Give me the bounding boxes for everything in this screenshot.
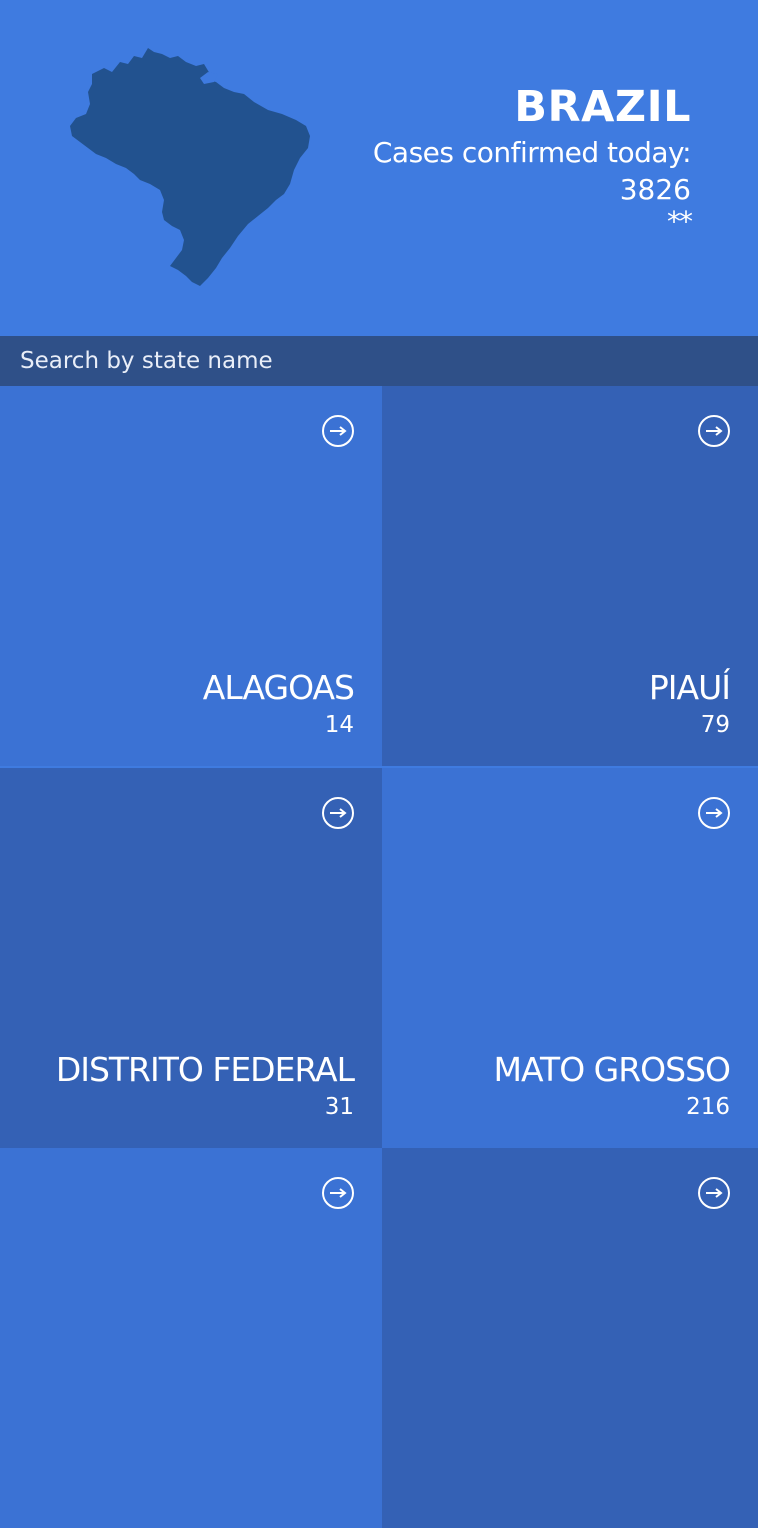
state-case-count: 14 [324,712,354,738]
cases-today-label: Cases confirmed today: [372,136,692,169]
arrow-right-circle-icon[interactable] [698,797,730,829]
state-tile-mato-grosso[interactable]: MATO GROSSO 216 [382,768,758,1148]
state-case-count: 31 [324,1094,354,1120]
state-case-count: 79 [700,712,730,738]
footnote-marker: ** [667,205,693,238]
state-name: DISTRITO FEDERAL [55,1050,355,1089]
cases-today-value: 3826 [619,173,691,206]
state-name: ALAGOAS [202,668,355,707]
state-case-count: 216 [686,1094,730,1120]
state-tile[interactable] [382,1148,758,1528]
brazil-map-icon [70,48,310,286]
arrow-right-circle-icon[interactable] [698,1177,730,1209]
state-tile-alagoas[interactable]: ALAGOAS 14 [0,386,382,766]
search-bar [0,336,758,386]
state-tile-distrito-federal[interactable]: DISTRITO FEDERAL 31 [0,768,382,1148]
state-name: MATO GROSSO [493,1050,731,1089]
state-name: PIAUÍ [648,668,731,707]
arrow-right-circle-icon[interactable] [698,415,730,447]
arrow-right-circle-icon[interactable] [322,415,354,447]
state-tile[interactable] [0,1148,382,1528]
arrow-right-circle-icon[interactable] [322,797,354,829]
arrow-right-circle-icon[interactable] [322,1177,354,1209]
country-title: BRAZIL [514,82,691,132]
country-header: BRAZIL Cases confirmed today: 3826 ** [0,0,758,336]
state-search-input[interactable] [20,348,620,374]
header-summary: BRAZIL Cases confirmed today: 3826 ** [372,80,693,238]
state-tile-piaui[interactable]: PIAUÍ 79 [382,386,758,766]
